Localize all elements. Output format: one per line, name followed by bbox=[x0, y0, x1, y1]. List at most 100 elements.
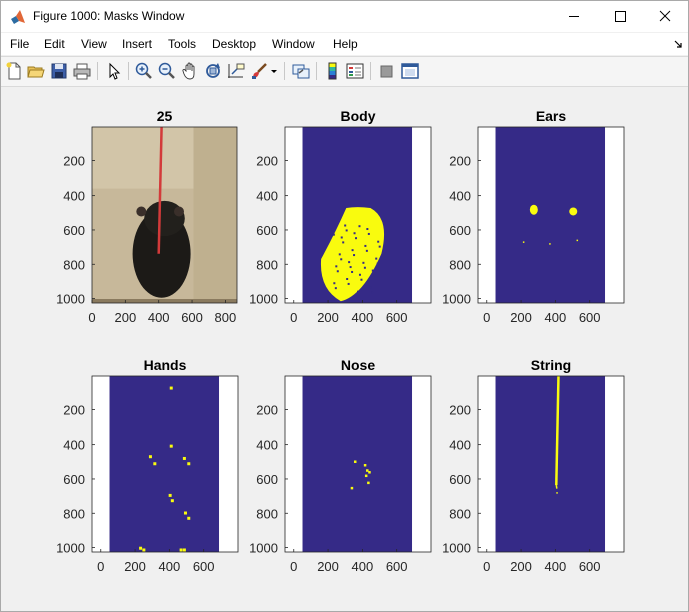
y-tick-label: 600 bbox=[256, 472, 278, 487]
x-tick-label: 600 bbox=[181, 310, 203, 325]
pan-hand-icon bbox=[182, 62, 195, 80]
x-tick-label: 0 bbox=[483, 559, 490, 574]
x-tick-label: 200 bbox=[124, 559, 146, 574]
mask-image bbox=[478, 127, 624, 303]
frame-image bbox=[92, 126, 237, 303]
subplot-ears[interactable]: Ears 200 400 600 800 1000 0 200 400 600 bbox=[442, 108, 625, 325]
y-tick-label: 1000 bbox=[56, 541, 85, 556]
print-icon bbox=[73, 63, 91, 80]
y-tick-label: 800 bbox=[449, 257, 471, 272]
y-tick-label: 400 bbox=[449, 438, 471, 453]
title-bar[interactable]: Figure 1000: Masks Window bbox=[1, 1, 688, 32]
figure-toolbar bbox=[1, 56, 688, 87]
menu-help[interactable]: Help bbox=[333, 37, 358, 51]
x-tick-label: 400 bbox=[352, 559, 374, 574]
brush-icon bbox=[252, 63, 267, 79]
show-plot-tools-icon bbox=[401, 63, 419, 79]
data-cursor-icon bbox=[228, 63, 245, 78]
colorbar-icon bbox=[328, 62, 337, 80]
y-tick-label: 800 bbox=[63, 506, 85, 521]
x-tick-label: 800 bbox=[215, 310, 237, 325]
zoom-out-button[interactable] bbox=[157, 61, 177, 81]
x-tick-label: 400 bbox=[352, 310, 374, 325]
edit-plot-button[interactable] bbox=[104, 61, 124, 81]
subplot-title: Hands bbox=[144, 357, 187, 373]
brush-button[interactable] bbox=[250, 61, 270, 81]
menu-tools[interactable]: Tools bbox=[168, 37, 196, 51]
new-figure-icon bbox=[6, 62, 21, 80]
brush-dropdown-icon bbox=[271, 70, 277, 73]
pan-button[interactable] bbox=[180, 61, 200, 81]
y-tick-label: 600 bbox=[63, 472, 85, 487]
menu-desktop[interactable]: Desktop bbox=[212, 37, 256, 51]
x-tick-label: 600 bbox=[579, 310, 601, 325]
x-tick-label: 400 bbox=[545, 310, 567, 325]
y-tick-label: 400 bbox=[63, 438, 85, 453]
subplot-nose[interactable]: Nose 200 400 600 800 1000 0 200 400 600 bbox=[249, 357, 432, 574]
toolbar-separator bbox=[284, 62, 285, 80]
toolbar-separator bbox=[316, 62, 317, 80]
x-tick-label: 600 bbox=[386, 559, 408, 574]
menu-window[interactable]: Window bbox=[272, 37, 315, 51]
minimize-button[interactable] bbox=[551, 1, 597, 32]
legend-icon bbox=[346, 63, 364, 79]
zoom-out-icon bbox=[158, 62, 175, 79]
save-icon bbox=[51, 63, 67, 79]
link-plot-icon bbox=[292, 64, 310, 79]
subplot-body[interactable]: Body 200 400 600 800 1000 0 200 400 600 bbox=[249, 108, 432, 325]
menu-insert[interactable]: Insert bbox=[122, 37, 152, 51]
subplot-25[interactable]: 25 200 400 600 800 10000 200 400 600 800 bbox=[56, 108, 238, 325]
y-tick-label: 200 bbox=[63, 153, 85, 168]
legend-button[interactable] bbox=[345, 61, 365, 81]
data-cursor-button[interactable] bbox=[226, 61, 246, 81]
x-tick-label: 200 bbox=[510, 559, 532, 574]
open-file-icon bbox=[27, 66, 45, 78]
menu-view[interactable]: View bbox=[81, 37, 107, 51]
open-file-button[interactable] bbox=[26, 61, 46, 81]
brush-dropdown-button[interactable] bbox=[269, 61, 279, 81]
close-icon bbox=[659, 10, 671, 22]
toolbar-separator bbox=[128, 62, 129, 80]
new-figure-button[interactable] bbox=[4, 61, 24, 81]
subplot-hands[interactable]: Hands 200 400 600 800 1000 0 200 400 600 bbox=[56, 357, 239, 574]
x-tick-label: 200 bbox=[317, 310, 339, 325]
y-tick-label: 200 bbox=[449, 153, 471, 168]
subplot-string[interactable]: String 200 400 600 800 1000 0 200 400 600 bbox=[442, 357, 625, 574]
y-tick-label: 200 bbox=[63, 402, 85, 417]
y-tick-label: 400 bbox=[449, 189, 471, 204]
y-tick-label: 600 bbox=[449, 223, 471, 238]
zoom-in-button[interactable] bbox=[134, 61, 154, 81]
y-tick-label: 1000 bbox=[442, 292, 471, 307]
toolbar-separator bbox=[97, 62, 98, 80]
dock-arrow-icon[interactable] bbox=[673, 39, 683, 49]
rotate-3d-button[interactable] bbox=[203, 61, 223, 81]
x-tick-label: 600 bbox=[579, 559, 601, 574]
show-plot-tools-button[interactable] bbox=[400, 61, 420, 81]
print-button[interactable] bbox=[72, 61, 92, 81]
subplot-title: Nose bbox=[341, 357, 375, 373]
menu-edit[interactable]: Edit bbox=[44, 37, 65, 51]
menu-file[interactable]: File bbox=[10, 37, 29, 51]
subplot-title: 25 bbox=[157, 108, 173, 124]
subplot-grid: 2520040060080010000 200 400 600 800Body20040… bbox=[56, 108, 625, 574]
y-tick-label: 400 bbox=[63, 189, 85, 204]
figure-canvas[interactable]: 25 200 400 600 800 1000 0 200 400 600 800 Body 200 40… bbox=[1, 87, 688, 611]
window-title: Figure 1000: Masks Window bbox=[33, 9, 185, 23]
y-tick-label: 600 bbox=[449, 472, 471, 487]
close-button[interactable] bbox=[642, 1, 688, 32]
link-plot-button[interactable] bbox=[291, 61, 311, 81]
x-tick-label: 0 bbox=[290, 559, 297, 574]
maximize-button[interactable] bbox=[597, 1, 643, 32]
edit-plot-arrow-icon bbox=[109, 62, 121, 80]
ear-mask-left bbox=[529, 204, 538, 215]
y-tick-label: 800 bbox=[63, 257, 85, 272]
hide-plot-tools-icon bbox=[380, 65, 393, 78]
y-tick-label: 600 bbox=[63, 223, 85, 238]
ear-mask-right bbox=[569, 207, 578, 216]
colorbar-button[interactable] bbox=[323, 61, 343, 81]
y-tick-label: 400 bbox=[256, 438, 278, 453]
x-tick-label: 0 bbox=[97, 559, 104, 574]
x-tick-label: 0 bbox=[483, 310, 490, 325]
hide-plot-tools-button[interactable] bbox=[377, 61, 397, 81]
save-button[interactable] bbox=[49, 61, 69, 81]
